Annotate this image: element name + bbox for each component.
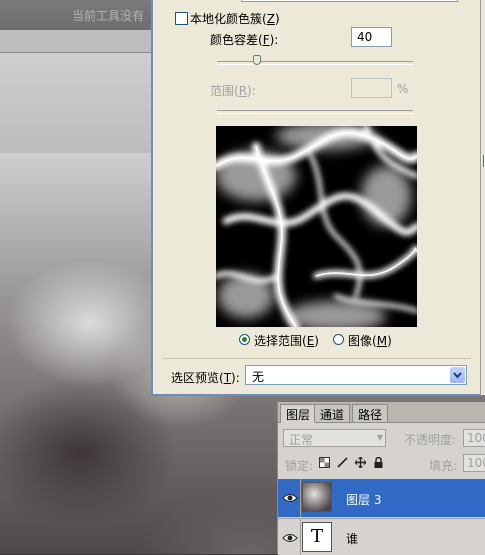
image-radio[interactable] (333, 334, 344, 345)
blend-mode-value: 正常 (289, 433, 314, 447)
fill-input[interactable]: 100 (463, 454, 485, 472)
image-radio-label: 图像(M) (348, 334, 392, 348)
layer-thumbnail (302, 482, 332, 512)
selection-preview-image (216, 126, 417, 327)
tab-paths[interactable]: 路径 (352, 404, 389, 422)
layer-row[interactable]: 图层 3 (278, 479, 485, 517)
selection-radio-label: 选择范围(E) (254, 334, 319, 348)
localized-clusters-label: 本地化颜色簇(Z) (190, 12, 280, 26)
tab-channels[interactable]: 通道 (314, 404, 351, 422)
blend-mode-select[interactable]: 正常 ▼ (283, 429, 386, 447)
opacity-input[interactable]: 100 (463, 429, 485, 447)
selection-preview-select[interactable]: 无 (245, 365, 467, 385)
eye-icon[interactable] (282, 492, 298, 504)
fuzziness-slider-track[interactable] (217, 61, 413, 65)
selection-preview-label: 选区预览(T): (171, 371, 240, 385)
range-unit: % (397, 82, 409, 96)
dropdown-button[interactable] (450, 367, 465, 383)
color-range-dialog: 本地化颜色簇(Z) 颜色容差(F): 40 范围(R): % 选择范围(E) 图… (151, 0, 482, 396)
layers-panel: 图层 通道 路径 正常 ▼ 不透明度: 100 锁定: 填充: 100 图层 3… (277, 402, 485, 555)
lock-all-icon[interactable] (373, 457, 384, 468)
dialog-divider (163, 358, 471, 359)
selection-radio-dot (242, 337, 247, 342)
preview-clouds-graphic (216, 126, 417, 327)
tab-layers[interactable]: 图层 (280, 404, 317, 423)
layer-row[interactable]: T 谁 (278, 518, 485, 555)
chevron-down-icon: ▼ (376, 433, 383, 442)
localized-clusters-checkbox[interactable] (175, 12, 188, 25)
text-layer-icon: T (302, 522, 332, 552)
range-label: 范围(R): (210, 84, 256, 98)
layers-panel-tabs: 图层 通道 路径 (278, 402, 485, 423)
layer-name[interactable]: 图层 3 (346, 491, 381, 508)
selection-preview-value: 无 (252, 370, 265, 384)
eye-icon[interactable] (282, 532, 298, 544)
opacity-label: 不透明度: (404, 433, 457, 447)
fill-label: 填充: (429, 459, 458, 473)
layer-row-divider (300, 479, 301, 517)
lock-pixels-icon[interactable] (337, 457, 348, 468)
range-input (351, 78, 392, 98)
right-panel-edge (480, 0, 485, 395)
lock-row: 锁定: 填充: 100 (278, 454, 485, 474)
options-bar-message: 当前工具没有 (72, 9, 145, 23)
fuzziness-label: 颜色容差(F): (210, 33, 279, 47)
lock-transparency-icon[interactable] (319, 457, 330, 468)
layer-row-divider (300, 519, 301, 555)
chevron-down-icon (453, 372, 462, 379)
fuzziness-slider-thumb[interactable] (253, 55, 261, 65)
selection-radio[interactable] (239, 334, 250, 345)
select-dropdown-partial[interactable] (241, 0, 458, 2)
lock-position-icon[interactable] (355, 457, 366, 468)
layer-name[interactable]: 谁 (346, 530, 358, 547)
fuzziness-input[interactable]: 40 (351, 27, 392, 47)
lock-label: 锁定: (285, 459, 314, 473)
range-slider-track (217, 110, 413, 114)
